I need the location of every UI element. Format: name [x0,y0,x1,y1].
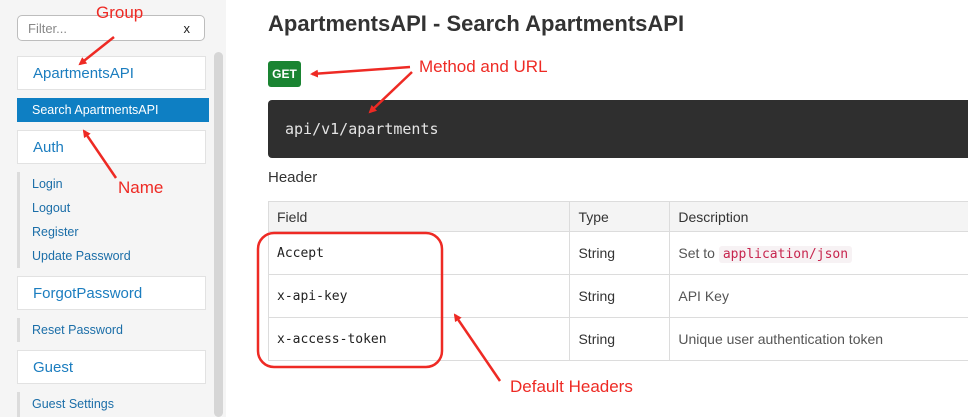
sidebar-group-label: ForgotPassword [33,285,143,302]
sidebar-item-login[interactable]: Login [32,177,63,191]
type-cell: String [569,274,671,318]
sidebar-group-guest[interactable]: Guest [17,350,206,384]
table-row: x-access-token String Unique user authen… [267,317,968,361]
table-row: x-api-key String API Key [267,274,968,318]
description-text: Set to [678,244,715,261]
sidebar-item-update-password[interactable]: Update Password [32,249,131,263]
url-code-block: api/v1/apartments [268,100,968,158]
filter-clear-button[interactable]: x [184,21,191,36]
sidebar-group-label: Guest [33,359,74,376]
inline-code: application/json [718,245,853,263]
sidebar-sublist-guest: Guest Settings [17,392,206,417]
column-header-field: Field [267,201,571,232]
description-cell: API Key [669,274,968,318]
endpoint-url: api/v1/apartments [285,120,439,138]
type-cell: String [569,231,671,275]
sidebar-group-label: Auth [33,139,64,156]
sidebar: x ApartmentsAPI Search ApartmentsAPI Aut… [0,0,226,417]
annotation-method-and-url: Method and URL [419,57,548,76]
column-header-description: Description [669,201,968,232]
sidebar-item-logout[interactable]: Logout [32,201,70,215]
annotation-name: Name [118,178,164,197]
sidebar-sublist-forgotpassword: Reset Password [17,318,206,342]
sidebar-item-search-apartmentsapi[interactable]: Search ApartmentsAPI [17,98,209,122]
sidebar-item-register[interactable]: Register [32,225,79,239]
sidebar-scrollbar[interactable] [214,52,223,417]
sidebar-group-forgotpassword[interactable]: ForgotPassword [17,276,206,310]
field-cell: x-access-token [267,317,571,361]
http-method-badge: GET [268,61,301,87]
sidebar-group-auth[interactable]: Auth [17,130,206,164]
section-title-header: Header [268,169,318,186]
arrow-to-method [310,65,411,78]
sidebar-group-apartmentsapi[interactable]: ApartmentsAPI [17,56,206,90]
description-cell: Unique user authentication token [669,317,968,361]
table-header-row: Field Type Description [267,201,968,232]
field-cell: Accept [267,231,571,275]
annotation-default-headers: Default Headers [510,377,633,396]
field-cell: x-api-key [267,274,571,318]
sidebar-sublist-auth: Login Logout Register Update Password [17,172,206,268]
sidebar-group-label: ApartmentsAPI [33,65,134,82]
table-row: Accept String Set to application/json [267,231,968,275]
annotation-group: Group [96,3,144,22]
type-cell: String [569,317,671,361]
sidebar-item-label: Search ApartmentsAPI [32,103,159,117]
page-title: ApartmentsAPI - Search ApartmentsAPI [268,11,685,36]
description-cell: Set to application/json [669,231,968,275]
sidebar-item-guest-settings[interactable]: Guest Settings [32,397,114,411]
headers-table: Field Type Description Accept String Set… [267,201,968,361]
column-header-type: Type [569,201,671,232]
sidebar-item-reset-password[interactable]: Reset Password [32,323,123,337]
